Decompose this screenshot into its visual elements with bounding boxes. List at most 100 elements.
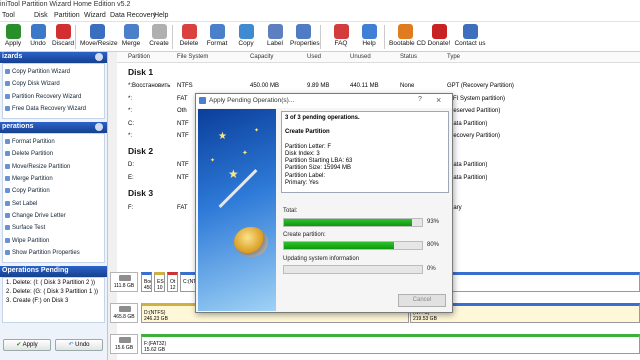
operation-item[interactable]: Format Partition — [3, 136, 104, 148]
operation-item[interactable]: Show Partition Properties — [3, 247, 104, 259]
cell-fs: NTFS — [177, 83, 193, 89]
operation-item[interactable]: Change Drive Letter — [3, 210, 104, 222]
cancel-button[interactable]: Cancel — [398, 294, 446, 307]
table-row[interactable]: *:Восстановить NTFS 450.00 MB 9.89 MB 440.11… — [117, 81, 640, 92]
wizard-item[interactable]: Partition Recovery Wizard — [3, 91, 104, 103]
menu-tool[interactable]: Tool — [2, 12, 15, 19]
star-icon: ✦ — [242, 150, 248, 157]
star-icon: ★ — [218, 131, 227, 142]
cell-p: *:Восстановить — [128, 83, 171, 89]
toolbar-label: Contact us — [454, 40, 486, 47]
properties-icon — [295, 24, 311, 39]
col-unused[interactable]: Unused — [350, 54, 371, 60]
toolbar-label: Help — [362, 40, 376, 47]
toolbar-label: Properties — [290, 40, 320, 47]
col-type[interactable]: Type — [447, 54, 460, 60]
segment[interactable]: Ot 12 — [167, 272, 178, 292]
cell-p: F: — [128, 205, 134, 211]
col-used[interactable]: Used — [307, 54, 321, 60]
toolbar-label: Move/Resize — [80, 40, 118, 47]
menu-partition[interactable]: Partition — [54, 12, 80, 19]
cell-fs: FAT — [177, 95, 188, 102]
donate-button[interactable]: Donate! — [423, 22, 455, 52]
cell-used: 9.89 MB — [307, 83, 330, 89]
sidebar: izards Copy Partition Wizard Copy Disk Wi… — [0, 52, 108, 360]
collapse-icon[interactable] — [95, 123, 103, 132]
undo-button[interactable]: Undo — [25, 22, 51, 52]
operation-item[interactable]: Merge Partition — [3, 173, 104, 185]
menu-help[interactable]: Help — [154, 12, 168, 19]
cell-p: *: — [128, 133, 133, 139]
operation-item[interactable]: Copy Partition — [3, 185, 104, 197]
toolbar-label: Donate! — [427, 40, 451, 47]
toolbar-label: Merge — [121, 40, 141, 47]
operation-item[interactable]: Surface Test — [3, 222, 104, 234]
menu-data-recovery[interactable]: Data Recovery — [110, 12, 156, 19]
toolbar-separator — [384, 25, 385, 49]
operation-item[interactable]: Set Label — [3, 198, 104, 210]
wizards-header[interactable]: izards — [0, 52, 107, 63]
disk-3-label: Disk 3 — [128, 188, 154, 198]
copy-button[interactable]: Copy — [233, 22, 259, 52]
col-partition[interactable]: Partition — [128, 54, 150, 60]
move-resize-icon — [89, 24, 105, 39]
pending-item: 3. Create (F:) on Disk 3 — [6, 298, 69, 305]
pending-header: Operations Pending — [0, 266, 107, 278]
apply-button[interactable]: ✔ Apply — [3, 339, 51, 351]
menu-wizard[interactable]: Wizard — [84, 12, 106, 19]
merge-button[interactable]: Merge — [118, 22, 144, 52]
detail-line: 3 of 3 pending operations. — [285, 115, 360, 121]
apply-button[interactable]: Apply — [0, 22, 26, 52]
faq-icon — [333, 24, 349, 39]
col-capacity[interactable]: Capacity — [250, 54, 273, 60]
operations-header[interactable]: perations — [0, 122, 107, 134]
delete-button[interactable]: Delete — [176, 22, 202, 52]
cell-p: D: — [128, 162, 134, 168]
wizard-item[interactable]: Copy Disk Wizard — [3, 78, 104, 90]
label-button[interactable]: Label — [262, 22, 288, 52]
disk-map-3[interactable]: 15.6 GB F:(FAT32) 15.62 GB — [110, 334, 640, 354]
disk-2-label: Disk 2 — [128, 146, 154, 156]
discard-button[interactable]: Discard — [50, 22, 76, 52]
menu-disk[interactable]: Disk — [34, 12, 48, 19]
undo-button[interactable]: ↶ Undo — [55, 339, 103, 351]
col-status[interactable]: Status — [400, 54, 417, 60]
undo-arrow-icon — [30, 24, 46, 39]
format-button[interactable]: Format — [204, 22, 230, 52]
contact-us-button[interactable]: Contact us — [454, 22, 486, 52]
segment[interactable]: Boo 450 — [141, 272, 152, 292]
segment[interactable]: F:(FAT32) 15.62 GB — [141, 334, 640, 354]
help-button[interactable]: Help — [356, 22, 382, 52]
operations-list: Format Partition Delete Partition Move/Res… — [2, 133, 105, 264]
disk-icon: 111.8 GB — [110, 272, 138, 292]
close-icon[interactable]: × — [436, 95, 441, 105]
disk-icon: 15.6 GB — [110, 334, 138, 354]
cell-fs: NTF — [177, 133, 189, 139]
help-question-icon[interactable]: ? — [418, 96, 422, 103]
collapse-icon[interactable] — [95, 53, 103, 61]
bootable-cd-icon — [397, 24, 413, 39]
faq-button[interactable]: FAQ — [328, 22, 354, 52]
wizard-item[interactable]: Free Data Recovery Wizard — [3, 103, 104, 115]
star-icon: ✦ — [254, 128, 260, 134]
dialog-title-bar[interactable]: Apply Pending Operation(s)... ? × — [196, 94, 452, 108]
col-file-system[interactable]: File System — [177, 54, 208, 60]
toolbar-label: Bootable CD — [389, 40, 426, 47]
move-resize-button[interactable]: Move/Resize — [80, 22, 118, 52]
cell-type: (Recovery Partition) — [447, 133, 501, 139]
segment[interactable]: ES 10 — [154, 272, 165, 292]
create-button[interactable]: Create — [146, 22, 172, 52]
create-progress-fill — [284, 242, 395, 249]
apply-pending-dialog: Apply Pending Operation(s)... ? × ★ ✦ ★ … — [195, 93, 453, 313]
wizard-item[interactable]: Copy Partition Wizard — [3, 66, 104, 78]
window-title: iniTool Partition Wizard Home Edition v5… — [0, 1, 131, 8]
copy-icon — [238, 24, 254, 39]
properties-button[interactable]: Properties — [290, 22, 320, 52]
operation-item[interactable]: Delete Partition — [3, 148, 104, 160]
operation-item[interactable]: Wipe Partition — [3, 235, 104, 247]
bootable-cd-button[interactable]: Bootable CD — [389, 22, 426, 52]
cell-type: GPT (Recovery Partition) — [447, 83, 514, 89]
create-progress-bar — [283, 241, 423, 250]
operation-item[interactable]: Move/Resize Partition — [3, 161, 104, 173]
detail-line: Disk Index: 3 — [285, 150, 320, 157]
